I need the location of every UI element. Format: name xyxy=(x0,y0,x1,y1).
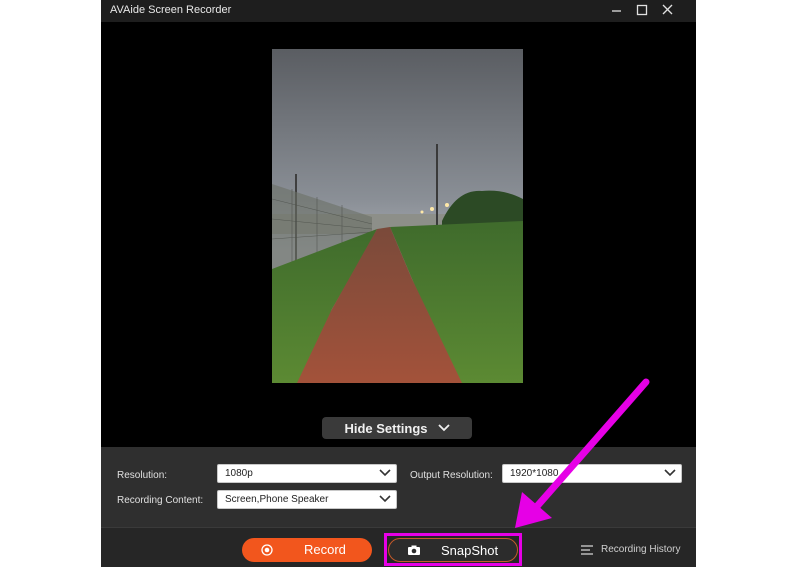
record-label: Record xyxy=(304,542,346,557)
record-button[interactable]: Record xyxy=(242,538,372,562)
chevron-down-icon xyxy=(379,469,391,477)
snapshot-button[interactable]: SnapShot xyxy=(388,538,518,562)
close-button[interactable] xyxy=(659,2,677,18)
title-bar: AVAide Screen Recorder xyxy=(101,0,696,22)
resolution-label: Resolution: xyxy=(117,470,168,481)
chevron-down-icon xyxy=(437,424,450,432)
output-resolution-select[interactable]: 1920*1080 xyxy=(502,464,682,483)
maximize-icon xyxy=(636,4,648,16)
minimize-icon xyxy=(612,10,621,12)
recording-content-select[interactable]: Screen,Phone Speaker xyxy=(217,490,397,509)
recorder-window: AVAide Screen Recorder Hide Settings Res… xyxy=(101,0,696,567)
output-resolution-label: Output Resolution: xyxy=(410,470,493,481)
close-icon xyxy=(662,4,673,15)
hide-settings-button[interactable]: Hide Settings xyxy=(322,417,472,439)
recording-content-value: Screen,Phone Speaker xyxy=(225,494,329,505)
output-resolution-value: 1920*1080 xyxy=(510,468,559,479)
maximize-button[interactable] xyxy=(633,2,651,18)
snapshot-preview xyxy=(272,49,523,383)
page: AVAide Screen Recorder Hide Settings Res… xyxy=(0,0,800,567)
hide-settings-label: Hide Settings xyxy=(344,420,428,436)
resolution-select[interactable]: 1080p xyxy=(217,464,397,483)
list-icon xyxy=(581,544,593,555)
window-title: AVAide Screen Recorder xyxy=(110,4,232,16)
settings-panel: Resolution: 1080p Output Resolution: 192… xyxy=(101,447,696,527)
minimize-button[interactable] xyxy=(608,2,626,18)
recording-content-label: Recording Content: xyxy=(117,495,204,506)
snapshot-label: SnapShot xyxy=(441,543,499,558)
chevron-down-icon xyxy=(664,469,676,477)
record-icon xyxy=(261,544,273,556)
chevron-down-icon xyxy=(379,495,391,503)
camera-icon xyxy=(408,545,420,555)
resolution-value: 1080p xyxy=(225,468,253,479)
recording-history-label: Recording History xyxy=(601,544,681,555)
bottom-toolbar: Record SnapShot Recording History xyxy=(101,527,696,567)
recording-history-button[interactable]: Recording History xyxy=(581,544,680,555)
preview-image xyxy=(272,49,523,383)
